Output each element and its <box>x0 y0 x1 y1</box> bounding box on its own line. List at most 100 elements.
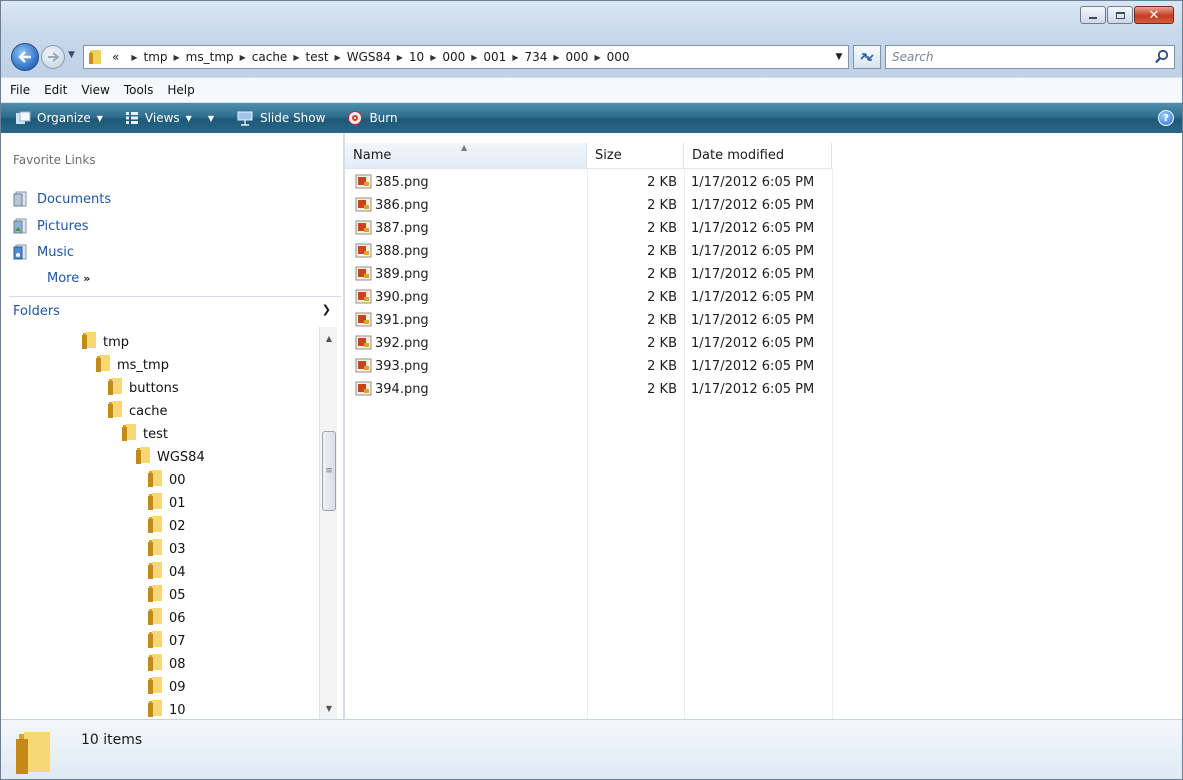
breadcrumb-separator-icon[interactable]: ▶ <box>335 53 341 62</box>
file-name-cell[interactable]: 386.png <box>355 196 429 216</box>
tree-item[interactable]: buttons <box>107 377 179 399</box>
favorite-documents[interactable]: Documents <box>13 191 111 207</box>
png-image-icon <box>355 219 373 239</box>
breadcrumb-separator-icon[interactable]: ▶ <box>174 53 180 62</box>
scroll-thumb[interactable]: ≡ <box>322 431 336 511</box>
tree-item[interactable]: 08 <box>147 653 186 675</box>
breadcrumb-item[interactable]: tmp <box>144 50 168 64</box>
address-dropdown[interactable]: ▼ <box>832 48 846 66</box>
help-button[interactable]: ? <box>1158 110 1174 126</box>
breadcrumb-separator-icon[interactable]: ▶ <box>240 53 246 62</box>
menu-edit[interactable]: Edit <box>44 83 67 97</box>
recent-pages-dropdown[interactable]: ▼ <box>68 50 80 62</box>
tree-item[interactable]: test <box>121 423 168 445</box>
address-bar[interactable]: « ▶ tmp ▶ ms_tmp ▶ cache ▶ test ▶ WGS84 ▶ 10 ▶ 000 ▶ 00… <box>83 45 849 69</box>
breadcrumb-separator-icon[interactable]: ▶ <box>430 53 436 62</box>
tree-item[interactable]: 03 <box>147 538 186 560</box>
slideshow-button[interactable]: Slide Show <box>236 110 325 126</box>
back-arrow-icon <box>18 51 31 63</box>
file-row[interactable]: 394.png 2 KB 1/17/2012 6:05 PM <box>345 378 832 401</box>
address-overflow[interactable]: « <box>112 50 119 64</box>
folders-header[interactable]: Folders ❯ <box>9 296 341 326</box>
breadcrumb-separator-icon[interactable]: ▶ <box>293 53 299 62</box>
file-row[interactable]: 389.png 2 KB 1/17/2012 6:05 PM <box>345 263 832 286</box>
breadcrumb-item[interactable]: 001 <box>483 50 506 64</box>
favorite-documents-label: Documents <box>37 191 112 207</box>
file-row[interactable]: 393.png 2 KB 1/17/2012 6:05 PM <box>345 355 832 378</box>
breadcrumb-item[interactable]: 734 <box>524 50 547 64</box>
folder-tree-scrollbar[interactable]: ▲ ≡ ▼ <box>319 327 337 719</box>
file-name-cell[interactable]: 385.png <box>355 173 429 193</box>
file-name-cell[interactable]: 390.png <box>355 288 429 308</box>
more-links[interactable]: More» <box>47 271 90 286</box>
file-row[interactable]: 387.png 2 KB 1/17/2012 6:05 PM <box>345 217 832 240</box>
tree-item[interactable]: 09 <box>147 676 186 698</box>
tree-item[interactable]: 05 <box>147 584 186 606</box>
back-button[interactable] <box>11 43 39 71</box>
breadcrumb-item[interactable]: 10 <box>409 50 424 64</box>
file-name-cell[interactable]: 392.png <box>355 334 429 354</box>
refresh-button[interactable] <box>853 45 881 69</box>
breadcrumb-separator-icon[interactable]: ▶ <box>131 53 137 62</box>
file-name-cell[interactable]: 387.png <box>355 219 429 239</box>
tree-item[interactable]: WGS84 <box>135 446 205 468</box>
breadcrumb-item[interactable]: test <box>305 50 328 64</box>
views-button[interactable]: Views ▼ ▼ <box>125 111 214 125</box>
menu-file[interactable]: File <box>10 83 30 97</box>
file-name-cell[interactable]: 394.png <box>355 380 429 400</box>
burn-button[interactable]: Burn <box>347 110 398 126</box>
file-name-cell[interactable]: 388.png <box>355 242 429 262</box>
breadcrumb-item[interactable]: 000 <box>566 50 589 64</box>
tree-item[interactable]: 10 <box>147 699 186 719</box>
tree-item[interactable]: tmp <box>81 331 129 353</box>
breadcrumb-item[interactable]: cache <box>252 50 288 64</box>
tree-item[interactable]: 06 <box>147 607 186 629</box>
tree-item[interactable]: 04 <box>147 561 186 583</box>
tree-item[interactable]: 00 <box>147 469 186 491</box>
file-size: 2 KB <box>647 336 677 351</box>
tree-item[interactable]: 07 <box>147 630 186 652</box>
maximize-button[interactable] <box>1107 6 1133 24</box>
breadcrumb-item[interactable]: 000 <box>442 50 465 64</box>
column-header-date[interactable]: Date modified <box>684 143 832 169</box>
file-row[interactable]: 391.png 2 KB 1/17/2012 6:05 PM <box>345 309 832 332</box>
file-name-cell[interactable]: 391.png <box>355 311 429 331</box>
file-row[interactable]: 388.png 2 KB 1/17/2012 6:05 PM <box>345 240 832 263</box>
scroll-up-icon[interactable]: ▲ <box>320 329 338 347</box>
menu-tools[interactable]: Tools <box>124 83 154 97</box>
breadcrumb-separator-icon[interactable]: ▶ <box>553 53 559 62</box>
file-date: 1/17/2012 6:05 PM <box>691 267 815 282</box>
minimize-button[interactable] <box>1080 6 1106 24</box>
favorite-music[interactable]: Music <box>13 244 74 260</box>
file-row[interactable]: 385.png 2 KB 1/17/2012 6:05 PM <box>345 171 832 194</box>
file-row[interactable]: 386.png 2 KB 1/17/2012 6:05 PM <box>345 194 832 217</box>
breadcrumb-separator-icon[interactable]: ▶ <box>397 53 403 62</box>
breadcrumb-item[interactable]: ms_tmp <box>186 50 234 64</box>
scroll-down-icon[interactable]: ▼ <box>320 699 338 717</box>
tree-item[interactable]: cache <box>107 400 168 422</box>
column-header-name[interactable]: Name ▲ <box>345 143 587 169</box>
breadcrumb-separator-icon[interactable]: ▶ <box>471 53 477 62</box>
views-menu-arrow-icon[interactable]: ▼ <box>208 114 214 123</box>
forward-button[interactable] <box>41 45 65 69</box>
file-name-cell[interactable]: 393.png <box>355 357 429 377</box>
breadcrumb-separator-icon[interactable]: ▶ <box>594 53 600 62</box>
tree-item[interactable]: 01 <box>147 492 186 514</box>
tree-item[interactable]: ms_tmp <box>95 354 169 376</box>
favorite-pictures[interactable]: Pictures <box>13 218 88 234</box>
breadcrumb-item[interactable]: WGS84 <box>347 50 391 64</box>
column-header-size[interactable]: Size <box>587 143 684 169</box>
file-row[interactable]: 390.png 2 KB 1/17/2012 6:05 PM <box>345 286 832 309</box>
breadcrumb-separator-icon[interactable]: ▶ <box>512 53 518 62</box>
breadcrumb-item[interactable]: 000 <box>607 50 630 64</box>
close-button[interactable]: ✕ <box>1134 6 1174 24</box>
organize-button[interactable]: Organize ▼ <box>15 111 103 125</box>
file-row[interactable]: 392.png 2 KB 1/17/2012 6:05 PM <box>345 332 832 355</box>
file-size: 2 KB <box>647 290 677 305</box>
file-name-cell[interactable]: 389.png <box>355 265 429 285</box>
menu-help[interactable]: Help <box>167 83 194 97</box>
menu-view[interactable]: View <box>81 83 109 97</box>
search-icon[interactable] <box>1154 49 1170 65</box>
tree-item[interactable]: 02 <box>147 515 186 537</box>
search-box[interactable]: Search <box>885 45 1175 69</box>
